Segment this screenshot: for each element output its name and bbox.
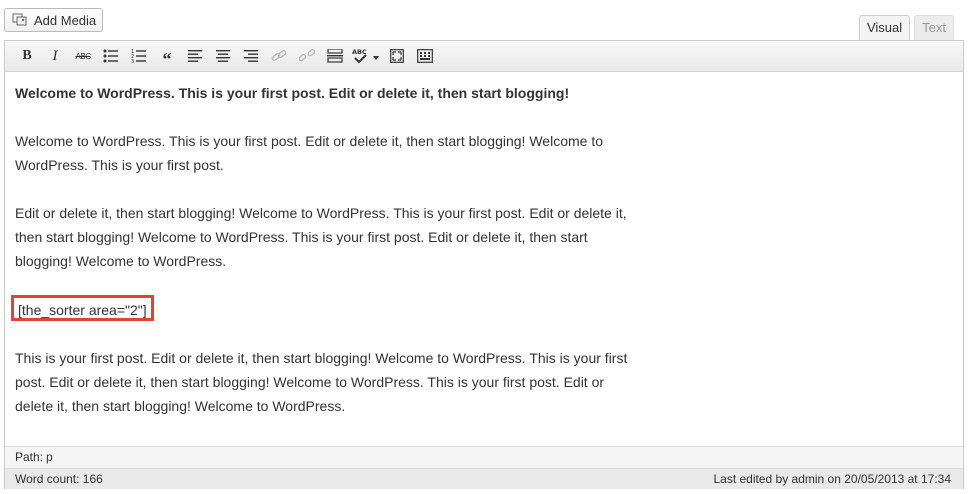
kitchen-sink-button[interactable] — [411, 44, 439, 68]
paragraph-2: Welcome to WordPress. This is your first… — [15, 129, 665, 177]
svg-text:3: 3 — [131, 59, 134, 63]
post-heading: Welcome to WordPress. This is your first… — [15, 85, 570, 101]
link-icon — [271, 49, 287, 62]
media-icon — [12, 13, 28, 27]
tab-text[interactable]: Text — [914, 15, 954, 40]
paragraph-3-line-3: blogging! Welcome to WordPress. — [15, 253, 227, 269]
align-center-button[interactable] — [209, 44, 237, 68]
spellcheck-button[interactable]: ABC — [349, 44, 383, 68]
fullscreen-button[interactable] — [383, 44, 411, 68]
editor: B I ABC 1 2 3 “ ABC Welcome to WordPress… — [4, 40, 964, 489]
align-left-icon — [188, 50, 202, 62]
bullet-list-icon — [103, 49, 118, 63]
italic-button[interactable]: I — [41, 44, 69, 68]
insert-link-button[interactable] — [265, 44, 293, 68]
tab-visual[interactable]: Visual — [858, 15, 911, 41]
last-edited: Last edited by admin on 20/05/2013 at 17… — [713, 472, 951, 486]
paragraph-2-line-1: Welcome to WordPress. This is your first… — [15, 133, 603, 149]
paragraph-2-line-2: WordPress. This is your first post. — [15, 157, 224, 173]
unlink-icon — [299, 49, 315, 62]
path-bar: Path: p — [5, 446, 963, 468]
blockquote-button[interactable]: “ — [153, 44, 181, 69]
paragraph-4-line-2: post. Edit or delete it, then start blog… — [15, 374, 605, 390]
numbered-list-button[interactable]: 1 2 3 — [125, 44, 153, 68]
paragraph-3: Edit or delete it, then start blogging! … — [15, 201, 665, 273]
bold-button[interactable]: B — [13, 44, 41, 68]
shortcode-highlight: [the_sorter area="2"] — [11, 295, 154, 321]
read-more-button[interactable] — [321, 44, 349, 68]
fullscreen-icon — [390, 49, 404, 63]
editor-toolbar: B I ABC 1 2 3 “ ABC — [5, 41, 963, 72]
spellcheck-icon: ABC — [352, 48, 379, 64]
align-center-icon — [216, 50, 230, 62]
path-value[interactable]: p — [46, 450, 53, 464]
read-more-icon — [327, 49, 343, 63]
path-label: Path: — [15, 450, 44, 464]
add-media-label: Add Media — [34, 12, 97, 28]
bullet-list-button[interactable] — [97, 44, 125, 68]
editor-content[interactable]: Welcome to WordPress. This is your first… — [11, 81, 665, 442]
paragraph-4: This is your first post. Edit or delete … — [15, 346, 665, 418]
paragraph-4-line-3: delete it, then start blogging! Welcome … — [15, 398, 346, 414]
word-count: Word count: 166 — [15, 472, 103, 486]
add-media-button[interactable]: Add Media — [4, 8, 103, 32]
shortcode-text: [the_sorter area="2"] — [18, 302, 147, 318]
editor-tabs: Visual Text — [858, 15, 954, 41]
align-left-button[interactable] — [181, 44, 209, 68]
unlink-button[interactable] — [293, 44, 321, 68]
shortcode-paragraph: [the_sorter area="2"] — [11, 295, 665, 322]
kitchen-sink-icon — [417, 49, 433, 63]
numbered-list-icon: 1 2 3 — [131, 49, 146, 63]
status-bar: Word count: 166 Last edited by admin on … — [5, 468, 963, 489]
strikethrough-button[interactable]: ABC — [69, 44, 97, 68]
paragraph-3-line-2: then start blogging! Welcome to WordPres… — [15, 229, 588, 245]
paragraph-4-line-1: This is your first post. Edit or delete … — [15, 350, 628, 366]
align-right-icon — [244, 50, 258, 62]
svg-text:ABC: ABC — [352, 48, 367, 56]
align-right-button[interactable] — [237, 44, 265, 68]
paragraph-3-line-1: Edit or delete it, then start blogging! … — [15, 205, 627, 221]
